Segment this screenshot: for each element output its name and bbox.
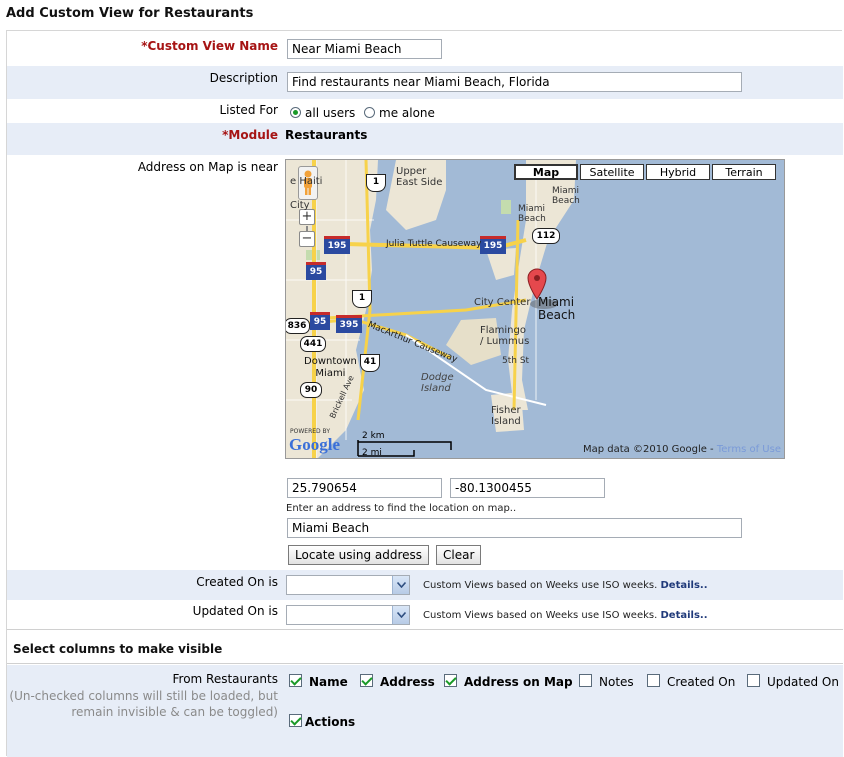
updated-on-hint: Custom Views based on Weeks use ISO week… (423, 610, 708, 621)
checkbox-notes-label: Notes (599, 675, 634, 689)
locate-using-address-button[interactable]: Locate using address (288, 545, 430, 565)
latitude-input[interactable]: 25.790654 (287, 478, 442, 498)
checkbox-created-on-label: Created On (667, 675, 736, 689)
sr836-shield-icon: 836 (286, 318, 310, 334)
map-label-city-center: City Center (474, 297, 531, 308)
map-label-flamingo: Flamingo / Lummus (480, 325, 530, 347)
google-logo[interactable]: Google (289, 435, 340, 455)
map-view[interactable]: Map Satellite Hybrid Terrain + − 1 1 195… (285, 159, 785, 459)
checkbox-address-on-map-label: Address on Map (464, 675, 573, 689)
checkbox-updated-on[interactable] (747, 674, 760, 687)
map-label-miami-beach-north: Miami Beach (552, 186, 580, 206)
radio-me-alone-label: me alone (379, 106, 435, 120)
radio-all-users[interactable] (290, 107, 301, 118)
custom-view-name-input[interactable]: Near Miami Beach (287, 39, 442, 59)
section-divider (7, 629, 843, 630)
map-label-julia-tuttle: Julia Tuttle Causeway (386, 239, 482, 249)
module-value: Restaurants (285, 128, 368, 142)
zoom-out-button[interactable]: − (299, 231, 315, 247)
map-label-fisher-island: Fisher Island (491, 405, 521, 427)
checkbox-address[interactable] (360, 674, 373, 687)
sr441-shield-icon: 441 (300, 336, 326, 352)
address-on-map-label: Address on Map is near (137, 160, 278, 174)
powered-by-label: POWERED BY (290, 428, 331, 435)
module-label: *Module (222, 128, 278, 142)
radio-me-alone[interactable] (364, 107, 375, 118)
listed-for-label: Listed For (219, 103, 278, 117)
created-on-label: Created On is (196, 575, 278, 589)
checkbox-actions[interactable] (289, 714, 302, 727)
columns-note: (Un-checked columns will still be loaded… (9, 689, 278, 719)
map-type-map[interactable]: Map (514, 164, 578, 180)
from-restaurants-label: From Restaurants (172, 672, 279, 686)
checkbox-actions-label: Actions (305, 715, 356, 729)
created-on-details-link[interactable]: Details.. (660, 580, 707, 591)
page-title: Add Custom View for Restaurants (6, 6, 254, 21)
checkbox-address-label: Address (380, 675, 435, 689)
section-divider-2 (7, 663, 843, 664)
checkbox-notes[interactable] (579, 674, 592, 687)
longitude-input[interactable]: -80.1300455 (450, 478, 605, 498)
chevron-down-icon[interactable] (392, 576, 409, 594)
scale-km-label: 2 km (362, 431, 385, 441)
i195-shield-icon-2: 195 (480, 236, 506, 254)
map-type-bar: Map Satellite Hybrid Terrain (512, 164, 776, 180)
us41-shield-icon: 41 (360, 354, 380, 372)
updated-on-label: Updated On is (192, 604, 278, 618)
updated-on-select[interactable] (286, 605, 410, 625)
i395-shield-icon: 395 (336, 315, 362, 333)
chevron-down-icon[interactable] (392, 606, 409, 624)
sr90-shield-icon: 90 (300, 382, 322, 398)
i95-shield-icon: 95 (306, 262, 326, 280)
map-label-upper-east-side: Upper East Side (396, 166, 443, 188)
clear-button[interactable]: Clear (436, 545, 482, 565)
map-label-miami-beach: Miami Beach (538, 295, 576, 322)
address-hint: Enter an address to find the location on… (286, 503, 517, 514)
created-on-hint: Custom Views based on Weeks use ISO week… (423, 580, 708, 591)
i95-shield-icon-2: 95 (310, 312, 330, 330)
map-attribution: Map data ©2010 Google - Terms of Use (583, 444, 781, 455)
map-type-terrain[interactable]: Terrain (712, 164, 776, 180)
zoom-in-button[interactable]: + (299, 209, 315, 225)
map-label-miami-beach-mid: Miami Beach (518, 204, 546, 224)
description-input[interactable]: Find restaurants near Miami Beach, Flori… (287, 72, 742, 92)
terms-of-use-link[interactable]: Terms of Use (717, 444, 781, 455)
map-type-hybrid[interactable]: Hybrid (646, 164, 710, 180)
created-on-select[interactable] (286, 575, 410, 595)
radio-all-users-label: all users (305, 106, 356, 120)
map-label-dodge-island: Dodge Island (421, 372, 454, 394)
sr112-shield-icon: 112 (532, 228, 560, 244)
map-label-city: City (290, 200, 310, 211)
checkbox-updated-on-label: Updated On (767, 675, 839, 689)
columns-section-title: Select columns to make visible (13, 642, 223, 656)
i195-shield-icon: 195 (324, 236, 350, 254)
checkbox-name-label: Name (309, 675, 348, 689)
map-type-satellite[interactable]: Satellite (580, 164, 644, 180)
map-label-5th-st: 5th St (502, 356, 530, 366)
description-label: Description (209, 71, 278, 85)
checkbox-created-on[interactable] (647, 674, 660, 687)
checkbox-name[interactable] (289, 674, 302, 687)
custom-view-name-label: *Custom View Name (141, 39, 278, 53)
module-row (7, 123, 843, 155)
updated-on-details-link[interactable]: Details.. (660, 610, 707, 621)
custom-view-form: *Custom View Name Near Miami Beach Descr… (6, 30, 843, 757)
scale-mi-label: 2 mi (362, 448, 382, 458)
address-input[interactable]: Miami Beach (287, 518, 742, 538)
checkbox-address-on-map[interactable] (444, 674, 457, 687)
us1-shield-icon-2: 1 (352, 290, 372, 308)
map-label-little-haiti: e Haiti (290, 176, 323, 187)
us1-shield-icon: 1 (366, 174, 386, 192)
